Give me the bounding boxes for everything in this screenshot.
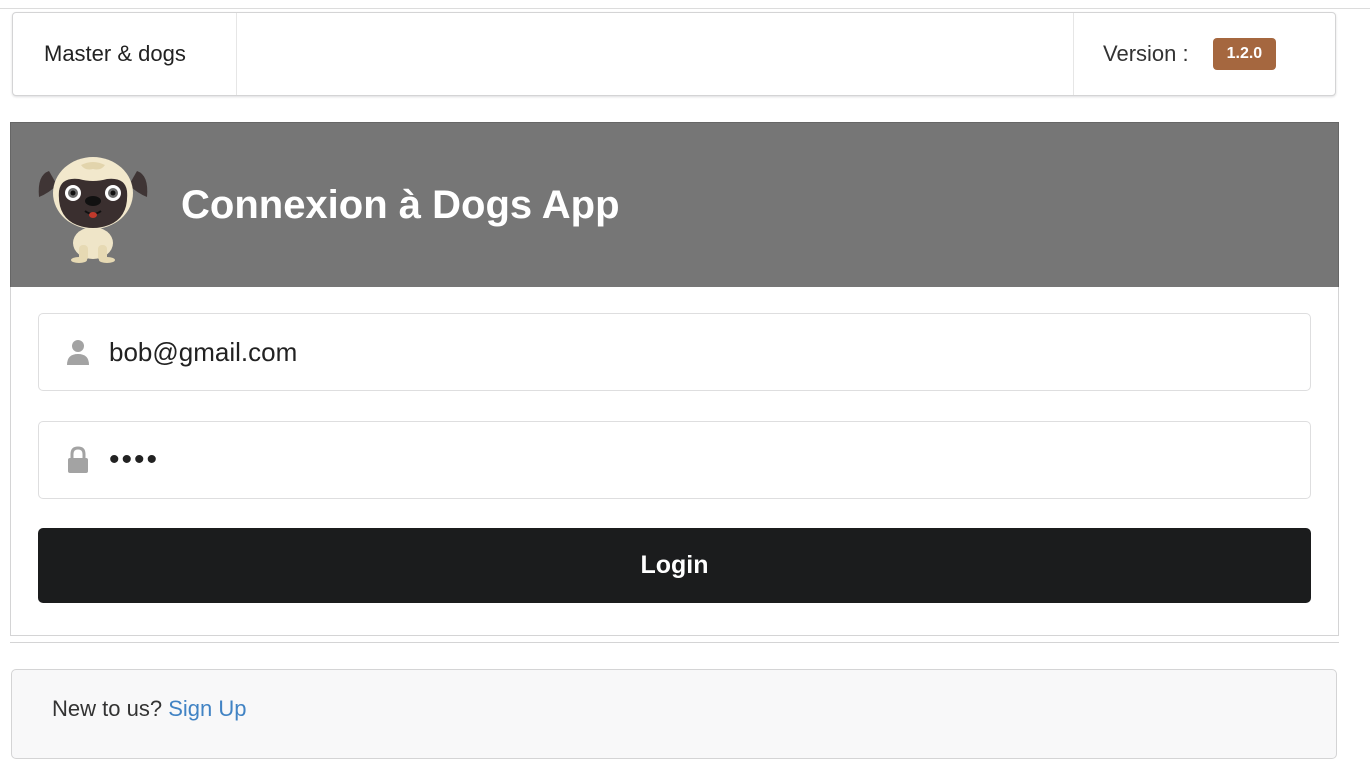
- user-icon: [65, 336, 91, 368]
- pug-dog-icon: [38, 157, 148, 263]
- email-input[interactable]: [107, 335, 1261, 369]
- password-input[interactable]: [107, 442, 1261, 478]
- signup-message: New to us? Sign Up: [11, 669, 1337, 759]
- lock-icon: [65, 444, 91, 476]
- signup-text: New to us?: [52, 696, 163, 721]
- segment-divider: [10, 642, 1339, 643]
- email-field-wrapper: [38, 313, 1311, 391]
- login-form: Login: [10, 287, 1339, 636]
- version-item: Version : 1.2.0: [1073, 13, 1335, 95]
- login-header: Connexion à Dogs App: [10, 122, 1339, 288]
- top-divider: [0, 8, 1370, 9]
- menu-spacer: [237, 13, 1073, 95]
- login-button[interactable]: Login: [38, 528, 1311, 603]
- signup-link[interactable]: Sign Up: [168, 696, 246, 721]
- version-badge: 1.2.0: [1212, 38, 1277, 70]
- login-title: Connexion à Dogs App: [181, 182, 620, 227]
- version-label: Version :: [1103, 41, 1189, 66]
- top-menu: Master & dogs Version : 1.2.0: [12, 12, 1336, 96]
- brand-item[interactable]: Master & dogs: [13, 13, 237, 95]
- password-field-wrapper: [38, 421, 1311, 499]
